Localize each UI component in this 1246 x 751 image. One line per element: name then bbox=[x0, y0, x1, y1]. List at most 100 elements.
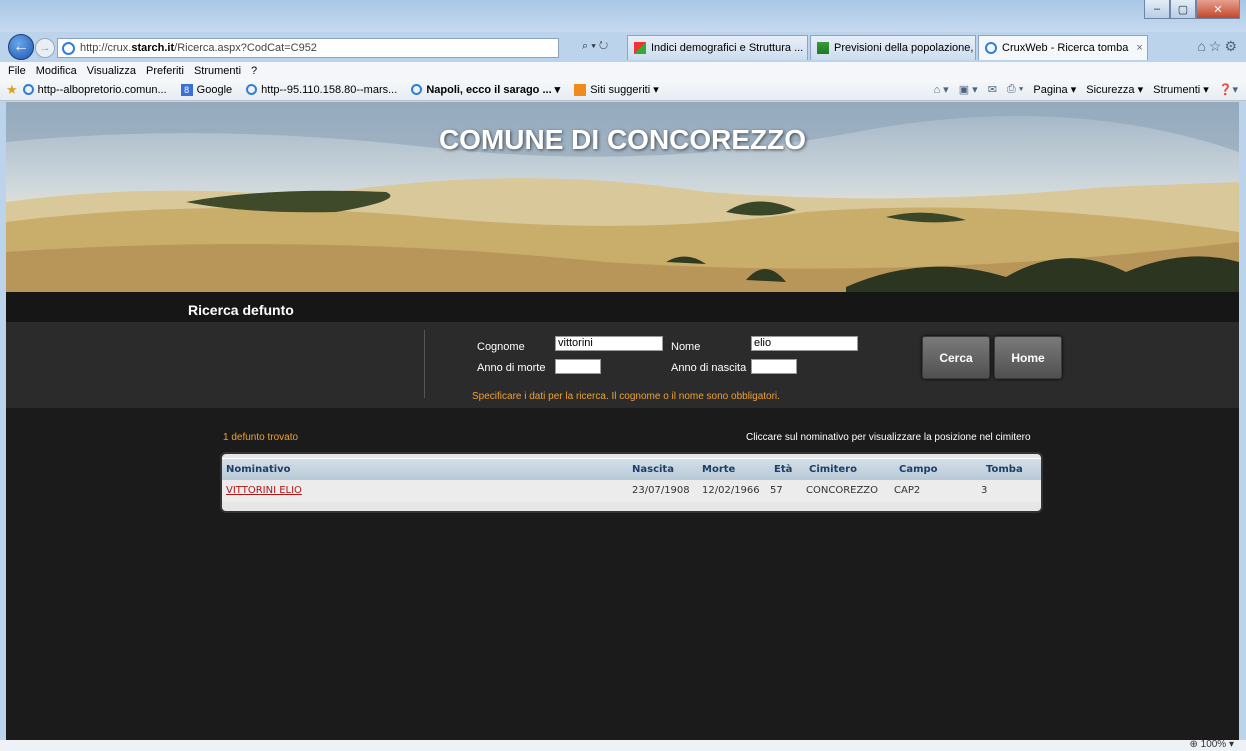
address-bar[interactable]: http://crux. starch.it/Ricerca.aspx?CodCa… bbox=[57, 38, 559, 58]
favorites-star-icon[interactable]: ☆ bbox=[1209, 38, 1225, 54]
tab-cruxweb[interactable]: CruxWeb - Ricerca tomba × bbox=[978, 35, 1148, 60]
column-header-tomba[interactable]: Tomba bbox=[986, 464, 1023, 475]
nominativo-link[interactable]: VITTORINI ELIO bbox=[226, 485, 302, 496]
menu-preferiti[interactable]: Preferiti bbox=[146, 65, 184, 77]
menu-pagina[interactable]: Pagina ▾ bbox=[1033, 83, 1076, 96]
ie-icon bbox=[22, 84, 34, 95]
forward-button[interactable]: → bbox=[35, 38, 55, 58]
site-favicon-icon bbox=[634, 42, 646, 54]
close-window-button[interactable]: ✕ bbox=[1196, 0, 1240, 19]
home-icon[interactable]: ⌂ bbox=[1197, 38, 1208, 54]
favorite-item[interactable]: Napoli, ecco il sarago ... ▾ bbox=[411, 83, 560, 96]
address-path: /Ricerca.aspx?CodCat=C952 bbox=[174, 42, 317, 54]
forward-arrow-icon: → bbox=[39, 42, 51, 54]
cerca-button[interactable]: Cerca bbox=[922, 336, 990, 379]
banner-landscape-image: COMUNE DI CONCOREZZO bbox=[6, 102, 1239, 292]
table-header: Nominativo Nascita Morte Età Cimitero Ca… bbox=[222, 458, 1041, 480]
home-icon[interactable]: ⌂ ▾ bbox=[933, 83, 948, 96]
zoom-control[interactable]: ⊕ 100% ▾ bbox=[1189, 739, 1234, 750]
favorite-item[interactable]: http--albopretorio.comun... bbox=[22, 83, 167, 96]
favorite-item[interactable]: http--95.110.158.80--mars... bbox=[246, 84, 397, 96]
close-tab-icon[interactable]: × bbox=[1128, 42, 1142, 54]
menu-visualizza[interactable]: Visualizza bbox=[87, 65, 136, 77]
anno-nascita-label: Anno di nascita bbox=[671, 362, 747, 374]
google-icon: 8 bbox=[180, 83, 193, 96]
back-arrow-icon: ← bbox=[13, 38, 29, 55]
click-hint: Cliccare sul nominativo per visualizzare… bbox=[746, 432, 1031, 443]
cell-eta: 57 bbox=[770, 485, 783, 496]
column-header-nascita[interactable]: Nascita bbox=[632, 464, 674, 475]
tab-indici-demografici[interactable]: Indici demografici e Struttura ... bbox=[627, 35, 808, 60]
site-favicon-icon bbox=[817, 42, 829, 54]
column-header-campo[interactable]: Campo bbox=[899, 464, 938, 475]
anno-morte-input[interactable] bbox=[555, 359, 601, 374]
favorite-item[interactable]: 8 Google bbox=[180, 83, 233, 96]
column-header-cimitero[interactable]: Cimitero bbox=[809, 464, 857, 475]
address-host: starch.it bbox=[131, 42, 175, 54]
home-button[interactable]: Home bbox=[994, 336, 1062, 379]
favorites-star-icon[interactable]: ★ bbox=[6, 82, 18, 98]
anno-nascita-input[interactable] bbox=[751, 359, 797, 374]
mail-icon[interactable]: ✉ bbox=[988, 83, 997, 96]
window-titlebar: – ▢ ✕ bbox=[0, 0, 1246, 32]
browser-right-icons: ⌂☆⚙ bbox=[1197, 38, 1240, 55]
favorite-label: Google bbox=[196, 83, 233, 96]
web-page: COMUNE DI CONCOREZZO Ricerca defunto Cog… bbox=[6, 102, 1239, 740]
suggested-sites-icon bbox=[574, 83, 587, 96]
table-row: VITTORINI ELIO 23/07/1908 12/02/1966 57 … bbox=[222, 480, 1041, 502]
search-heading: Ricerca defunto bbox=[188, 302, 294, 318]
maximize-button[interactable]: ▢ bbox=[1170, 0, 1196, 19]
menu-strumenti[interactable]: Strumenti bbox=[194, 65, 241, 77]
help-icon[interactable]: ❓▾ bbox=[1219, 83, 1238, 96]
ie-icon bbox=[985, 42, 997, 54]
ie-icon bbox=[411, 84, 423, 95]
menu-bar: File Modifica Visualizza Preferiti Strum… bbox=[0, 62, 1246, 79]
column-header-nominativo[interactable]: Nominativo bbox=[226, 464, 291, 475]
cell-cimitero: CONCOREZZO bbox=[806, 485, 879, 496]
menu-strumenti-cmd[interactable]: Strumenti ▾ bbox=[1153, 83, 1209, 96]
favorite-item[interactable]: Siti suggeriti ▾ bbox=[574, 83, 659, 96]
tab-previsioni-popolazione[interactable]: Previsioni della popolazione, 2... bbox=[810, 35, 976, 60]
nome-label: Nome bbox=[671, 341, 701, 353]
search-refresh-controls[interactable]: ⌕ ▾ ↻ bbox=[582, 40, 608, 53]
favorite-label: http--albopretorio.comun... bbox=[37, 83, 167, 96]
nome-input[interactable]: elio bbox=[751, 336, 858, 351]
search-hint: Specificare i dati per la ricerca. Il co… bbox=[472, 391, 780, 402]
gear-icon[interactable]: ⚙ bbox=[1224, 38, 1240, 54]
tab-label: Previsioni della popolazione, 2... bbox=[834, 42, 976, 54]
results-count: 1 defunto trovato bbox=[223, 432, 299, 443]
cognome-input[interactable]: vittorini bbox=[555, 336, 663, 351]
divider bbox=[424, 330, 425, 398]
address-prefix: http://crux. bbox=[80, 42, 132, 54]
cognome-label: Cognome bbox=[477, 341, 525, 353]
menu-sicurezza[interactable]: Sicurezza ▾ bbox=[1086, 83, 1143, 96]
window-controls: – ▢ ✕ bbox=[1144, 0, 1240, 19]
results-panel: 1 defunto trovato Cliccare sul nominativ… bbox=[6, 408, 1239, 740]
search-header: Ricerca defunto bbox=[6, 292, 1239, 322]
favorite-label: Siti suggeriti ▾ bbox=[590, 84, 659, 96]
cell-tomba: 3 bbox=[981, 485, 988, 496]
ie-icon bbox=[246, 84, 258, 95]
favorite-label: Napoli, ecco il sarago ... ▾ bbox=[426, 84, 561, 96]
favorite-label: http--95.110.158.80--mars... bbox=[261, 83, 398, 96]
menu-file[interactable]: File bbox=[8, 65, 26, 77]
cell-campo: CAP2 bbox=[894, 485, 921, 496]
site-title: COMUNE DI CONCOREZZO bbox=[438, 124, 807, 155]
anno-morte-label: Anno di morte bbox=[477, 362, 546, 374]
tab-label: Indici demografici e Struttura ... bbox=[651, 42, 804, 54]
menu-help[interactable]: ? bbox=[251, 65, 257, 77]
minimize-button[interactable]: – bbox=[1144, 0, 1170, 19]
search-panel: Cognome vittorini Nome elio Anno di mort… bbox=[6, 322, 1239, 408]
menu-modifica[interactable]: Modifica bbox=[36, 65, 77, 77]
status-bar: ⊕ 100% ▾ bbox=[0, 739, 1246, 751]
back-button[interactable]: ← bbox=[8, 34, 34, 60]
command-bar: ⌂ ▾ ▣ ▾ ✉ ⎙ ▾ Pagina ▾ Sicurezza ▾ Strum… bbox=[923, 83, 1238, 96]
cell-morte: 12/02/1966 bbox=[702, 485, 760, 496]
print-icon[interactable]: ⎙ ▾ bbox=[1007, 83, 1023, 96]
results-table: Nominativo Nascita Morte Età Cimitero Ca… bbox=[220, 452, 1043, 513]
feeds-icon[interactable]: ▣ ▾ bbox=[959, 83, 978, 96]
tab-label: CruxWeb - Ricerca tomba bbox=[1002, 42, 1129, 54]
cell-nascita: 23/07/1908 bbox=[632, 485, 690, 496]
column-header-morte[interactable]: Morte bbox=[702, 464, 735, 475]
column-header-eta[interactable]: Età bbox=[774, 464, 792, 475]
